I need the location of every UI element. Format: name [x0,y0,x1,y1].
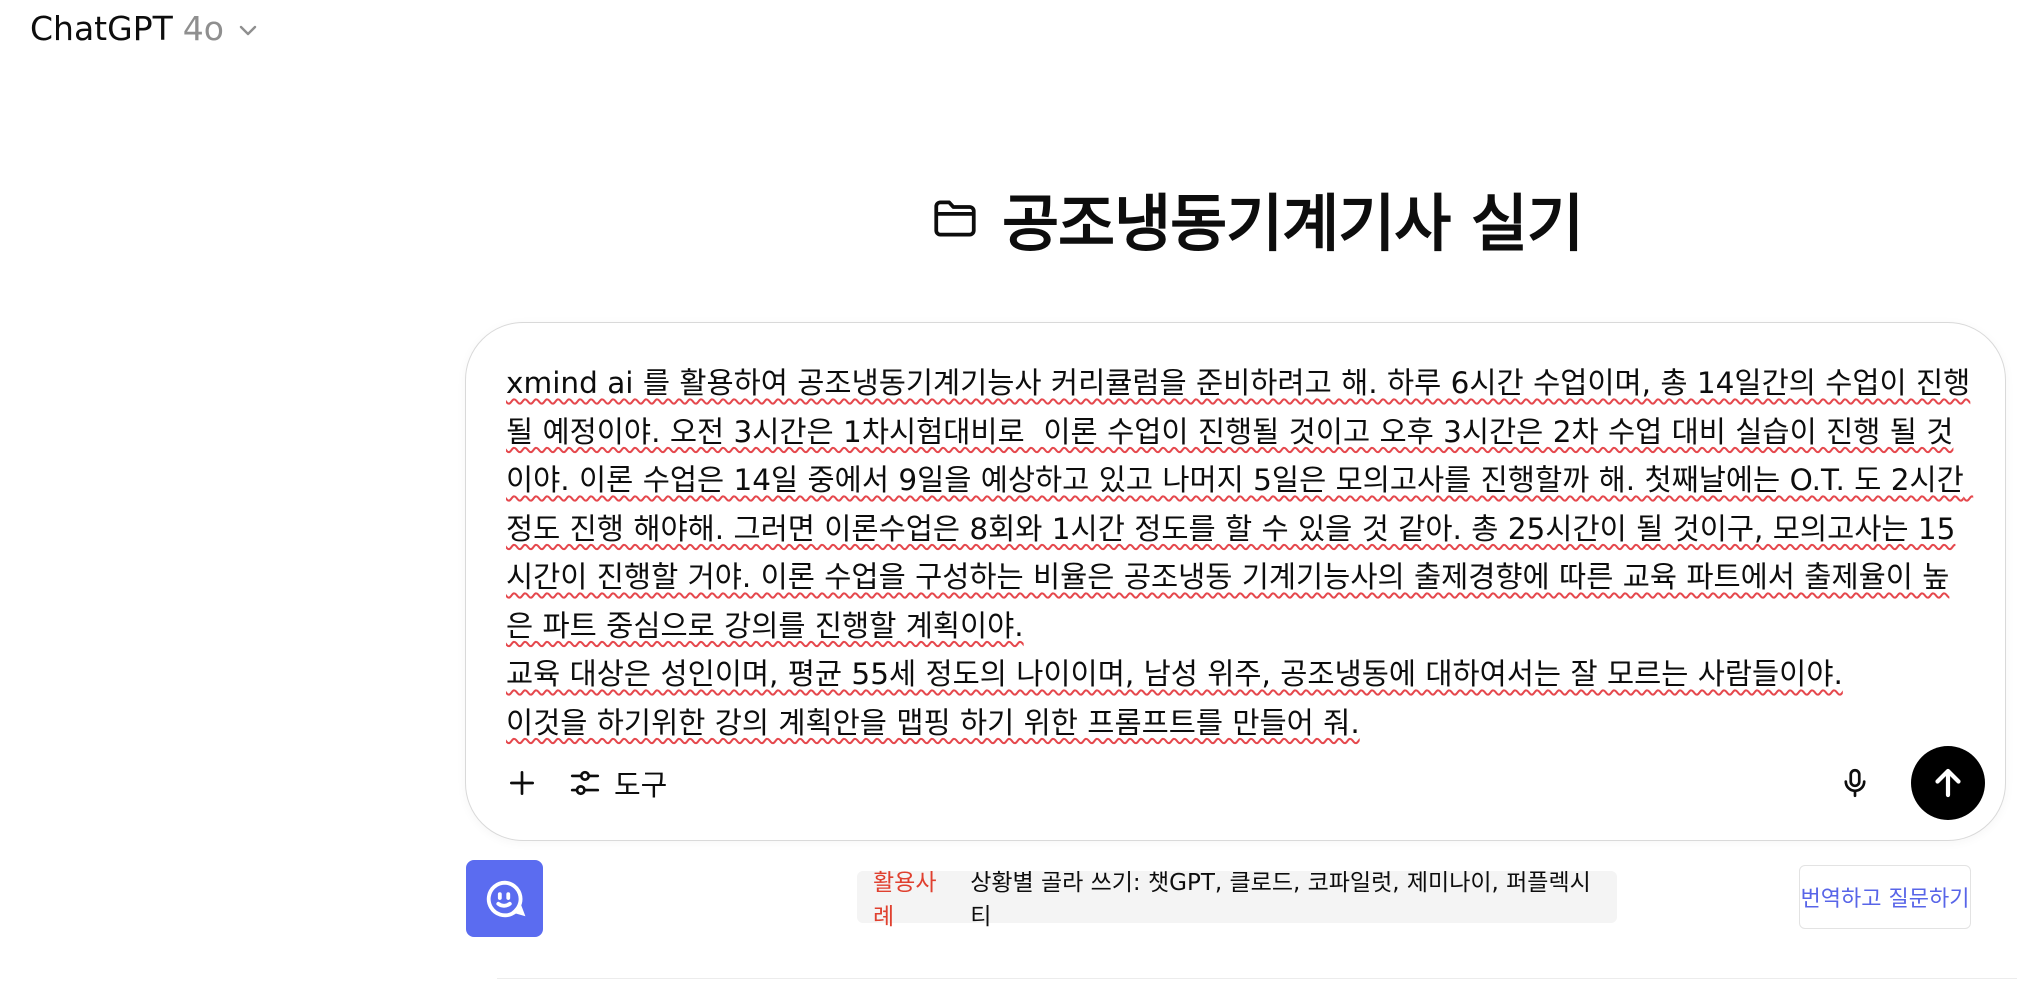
plus-icon [510,771,534,795]
model-switcher[interactable]: ChatGPT 4o [30,5,260,51]
prompt-paragraph: 이것을 하기위한 강의 계획안을 맵핑 하기 위한 프롬프트를 만들어 줘. [506,705,1360,740]
prompt-paragraph: xmind ai 를 활용하여 공조냉동기계기능사 커리큘럼을 준비하려고 해.… [506,366,1974,643]
tools-button[interactable]: 도구 [568,762,667,804]
prompt-input[interactable]: xmind ai 를 활용하여 공조냉동기계기능사 커리큘럼을 준비하려고 해.… [506,359,1976,747]
composer-toolbar: 도구 [494,746,1985,820]
usecase-text: 상황별 골라 쓰기: 챗GPT, 클로드, 코파일럿, 제미나이, 퍼플렉시티 [970,870,1591,930]
microphone-icon [1844,768,1866,798]
project-header: 공조냉동기계기사 실기 [930,178,1584,260]
voice-input-button[interactable] [1827,755,1883,811]
translate-and-ask-button[interactable]: 번역하고 질문하기 [1799,865,1971,929]
tools-label: 도구 [614,768,668,802]
folder-icon [934,200,976,237]
chat-bubble-smile-icon [486,880,525,917]
project-title: 공조냉동기계기사 실기 [1002,187,1584,260]
usecase-banner[interactable]: 활용사례 상황별 골라 쓰기: 챗GPT, 클로드, 코파일럿, 제미나이, 퍼… [857,870,1617,930]
prompt-composer: xmind ai 를 활용하여 공조냉동기계기능사 커리큘럼을 준비하려고 해.… [465,322,2006,841]
arrow-up-icon [1935,768,1961,798]
sliders-icon [570,770,600,796]
model-version: 4o [182,8,224,48]
assistant-extension-button[interactable] [466,860,543,937]
send-button[interactable] [1911,746,1985,820]
usecase-tag: 활용사례 [873,870,937,930]
divider [497,978,2017,979]
model-name: ChatGPT [30,8,173,48]
chevron-down-icon [239,25,257,36]
add-attachment-button[interactable] [494,755,550,811]
prompt-paragraph: 교육 대상은 성인이며, 평균 55세 정도의 나이이며, 남성 위주, 공조냉… [506,657,1843,691]
